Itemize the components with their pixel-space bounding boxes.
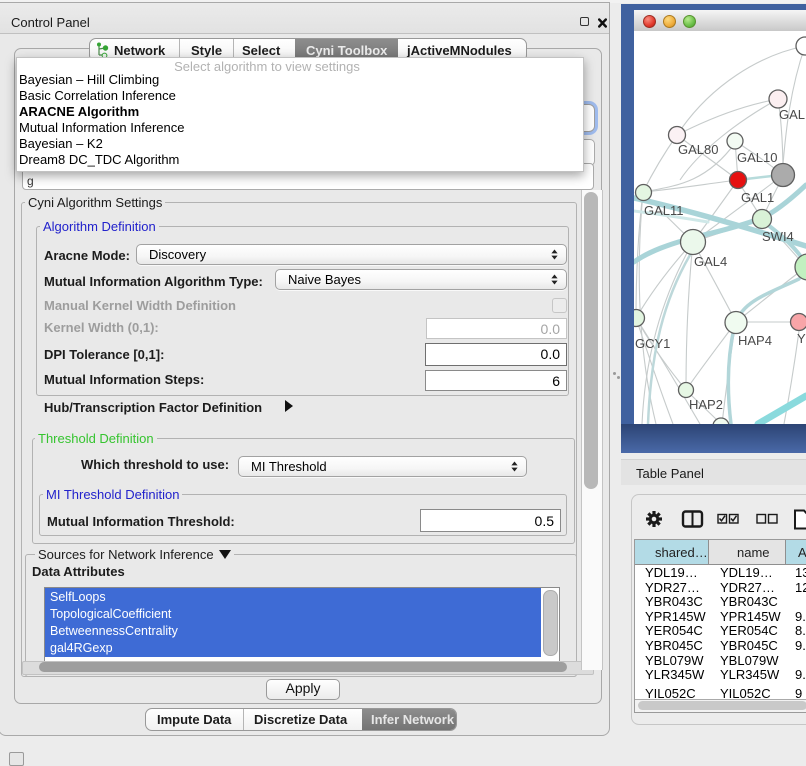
svg-text:GAL80: GAL80: [678, 142, 718, 157]
svg-text:Y: Y: [797, 331, 806, 346]
svg-text:GAL1: GAL1: [741, 190, 774, 205]
svg-text:GAL4: GAL4: [694, 254, 727, 269]
svg-text:GCY1: GCY1: [635, 336, 670, 351]
svg-text:GAL11: GAL11: [644, 203, 684, 218]
svg-text:HAP4: HAP4: [738, 333, 772, 348]
svg-text:HAP2: HAP2: [689, 397, 723, 412]
svg-text:GAL: GAL: [779, 107, 805, 122]
svg-text:GAL10: GAL10: [737, 150, 777, 165]
svg-text:SWI4: SWI4: [762, 229, 794, 244]
